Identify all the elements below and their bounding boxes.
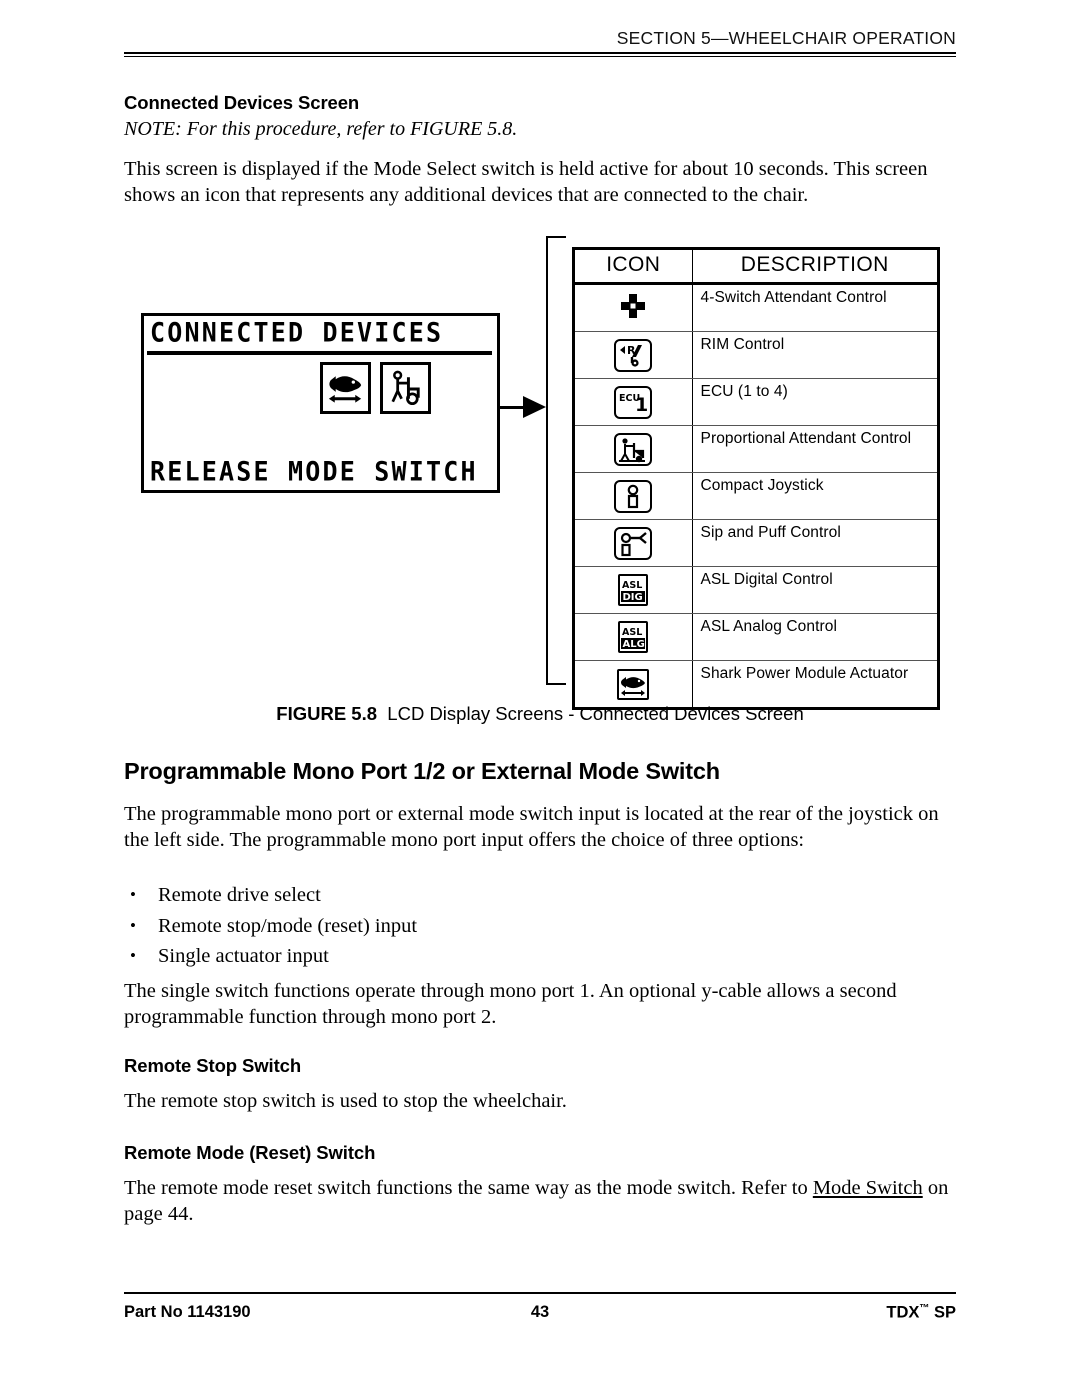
table-row: ASL ALG ASL Analog Control xyxy=(575,613,937,661)
asl-top-label: ASL xyxy=(622,627,642,638)
asl-top-label: ASL xyxy=(622,580,642,591)
ecu-icon: ECU 1 xyxy=(575,378,693,426)
remote-mode-text-before: The remote mode reset switch functions t… xyxy=(124,1177,813,1199)
connector-arrow-head xyxy=(523,396,546,418)
table-cell-description: ECU (1 to 4) xyxy=(692,378,937,426)
table-row: ECU 1 ECU (1 to 4) xyxy=(575,378,937,426)
list-item: • Single actuator input xyxy=(130,941,950,972)
column-header-description: DESCRIPTION xyxy=(692,250,937,285)
remote-stop-paragraph: The remote stop switch is used to stop t… xyxy=(124,1090,567,1112)
table-cell-description: RIM Control xyxy=(692,331,937,379)
list-item: • Remote stop/mode (reset) input xyxy=(130,911,950,942)
intro-paragraph: This screen is displayed if the Mode Sel… xyxy=(124,158,928,206)
asl-dig-label: DIG xyxy=(623,592,643,603)
rim-control-icon: R xyxy=(575,331,693,379)
table-cell-description: Proportional Attendant Control xyxy=(692,425,937,473)
mono-port-paragraph: The programmable mono port or external m… xyxy=(124,803,939,851)
bullet-glyph: • xyxy=(130,946,136,965)
footer-product-name: TDX™ SP xyxy=(886,1303,956,1323)
list-item-label: Single actuator input xyxy=(158,945,329,967)
proportional-attendant-control-icon xyxy=(575,425,693,473)
figure-caption: FIGURE 5.8 LCD Display Screens - Connect… xyxy=(0,703,1080,725)
table-cell-description: 4-Switch Attendant Control xyxy=(692,283,937,332)
device-legend-table: ICON DESCRIPTION 4-Switch Attendant Cont… xyxy=(572,247,940,710)
trademark-symbol: ™ xyxy=(919,1303,930,1314)
table-cell-description: ASL Digital Control xyxy=(692,566,937,614)
footer-product-label: TDX xyxy=(886,1303,920,1322)
remote-mode-paragraph: The remote mode reset switch functions t… xyxy=(124,1176,964,1227)
heading-remote-stop-switch: Remote Stop Switch xyxy=(124,1055,302,1076)
table-cell-description: Compact Joystick xyxy=(692,472,937,520)
header-section-title: SECTION 5—WHEELCHAIR OPERATION xyxy=(616,28,956,48)
table-row: Proportional Attendant Control xyxy=(575,425,937,473)
table-bracket xyxy=(546,236,566,685)
note-refer-to-figure: NOTE: For this procedure, refer to FIGUR… xyxy=(124,118,518,140)
asl-analog-control-icon: ASL ALG xyxy=(575,613,693,661)
table-row: Shark Power Module Actuator xyxy=(575,660,937,707)
bullet-glyph: • xyxy=(130,915,136,935)
list-item-label: Remote stop/mode (reset) input xyxy=(158,914,418,937)
compact-joystick-icon xyxy=(575,472,693,520)
table-row: Compact Joystick xyxy=(575,472,937,520)
list-item-label: Remote drive select xyxy=(158,884,321,906)
lcd-icon-row xyxy=(320,362,431,414)
page-header: SECTION 5—WHEELCHAIR OPERATION xyxy=(124,28,956,57)
ecu-number-label: 1 xyxy=(635,394,648,416)
table-header-row: ICON DESCRIPTION xyxy=(575,250,937,285)
lcd-bottom-text: RELEASE MODE SWITCH xyxy=(150,456,478,487)
lcd-display-screen: CONNECTED DEVICES RELEASE MODE SWITCH xyxy=(141,313,500,493)
mode-switch-cross-reference-link[interactable]: Mode Switch xyxy=(813,1177,923,1199)
four-switch-attendant-control-icon xyxy=(575,283,693,332)
table-row: Sip and Puff Control xyxy=(575,519,937,567)
bullet-list: • Remote drive select • Remote stop/mode (… xyxy=(130,880,950,972)
table-row: ASL DIG ASL Digital Control xyxy=(575,566,937,614)
table-cell-description: Sip and Puff Control xyxy=(692,519,937,567)
heading-programmable-mono-port: Programmable Mono Port 1/2 or External M… xyxy=(124,758,720,784)
figure-caption-text: LCD Display Screens - Connected Devices … xyxy=(387,703,804,724)
lcd-title-text: CONNECTED DEVICES xyxy=(150,316,444,348)
table-row: 4-Switch Attendant Control xyxy=(575,283,937,332)
lcd-shark-power-module-actuator-icon xyxy=(320,362,371,414)
single-switch-paragraph: The single switch functions operate thro… xyxy=(124,980,897,1028)
footer-divider xyxy=(124,1292,956,1294)
figure-label: FIGURE 5.8 xyxy=(276,703,378,724)
bullet-glyph: • xyxy=(130,885,136,904)
shark-power-module-actuator-icon xyxy=(575,660,693,707)
list-item: • Remote drive select xyxy=(130,880,950,911)
lcd-proportional-attendant-control-icon xyxy=(380,362,431,414)
manual-page: SECTION 5—WHEELCHAIR OPERATION Connected… xyxy=(0,0,1080,1397)
asl-digital-control-icon: ASL DIG xyxy=(575,566,693,614)
heading-remote-mode-reset-switch: Remote Mode (Reset) Switch xyxy=(124,1142,376,1163)
table-cell-description: ASL Analog Control xyxy=(692,613,937,661)
asl-alg-label: ALG xyxy=(623,639,645,650)
table-cell-description: Shark Power Module Actuator xyxy=(700,665,909,682)
lcd-title-divider xyxy=(147,351,492,355)
column-header-icon: ICON xyxy=(575,250,693,285)
heading-connected-devices-screen: Connected Devices Screen xyxy=(124,92,360,113)
sip-and-puff-control-icon xyxy=(575,519,693,567)
table-row: R RIM Control xyxy=(575,331,937,379)
footer-product-suffix: SP xyxy=(933,1303,956,1322)
footer-page-number: 43 xyxy=(530,1303,550,1321)
header-divider xyxy=(124,52,956,57)
